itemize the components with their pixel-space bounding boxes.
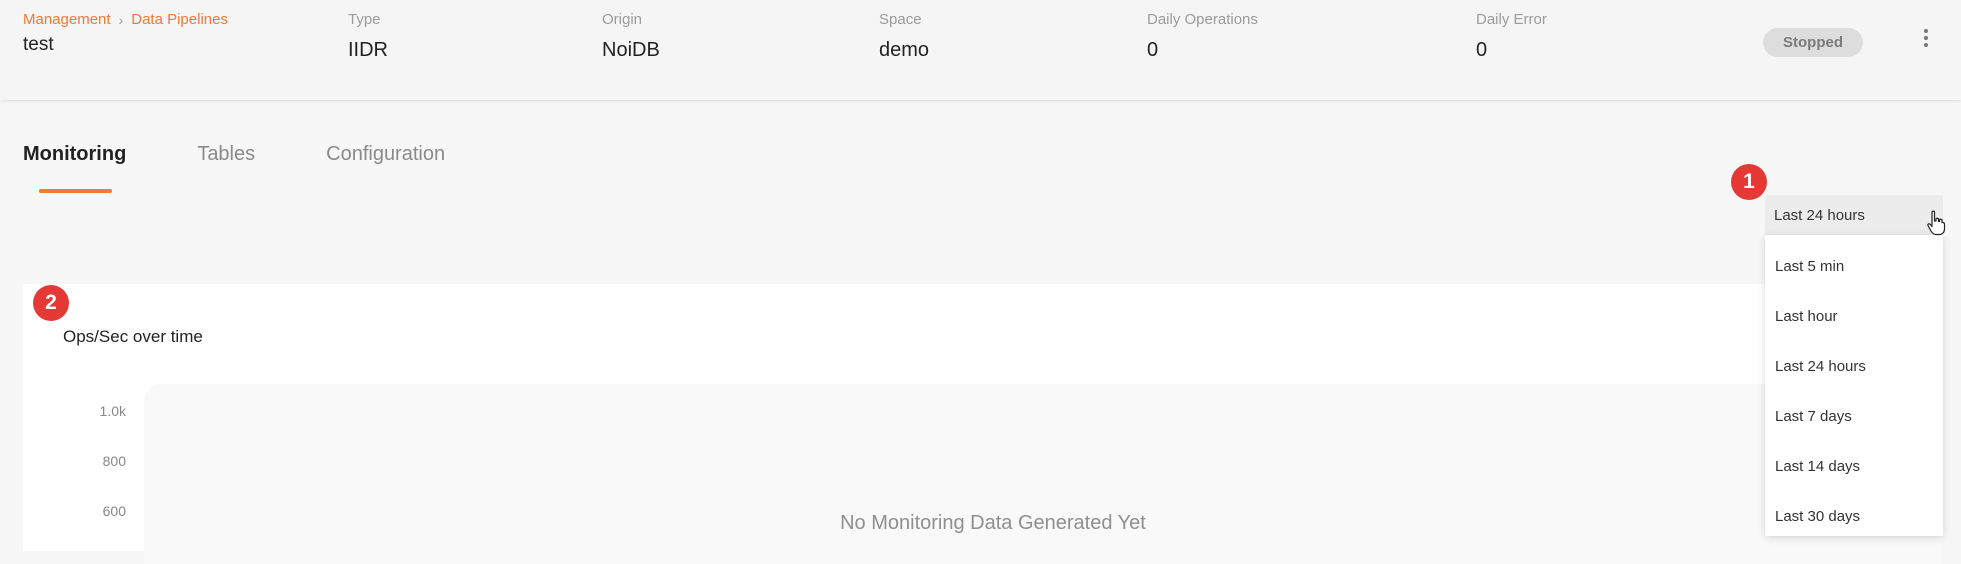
breadcrumb: Management › Data Pipelines — [23, 11, 228, 28]
tab-configuration[interactable]: Configuration — [326, 143, 445, 166]
breadcrumb-management[interactable]: Management — [23, 11, 111, 28]
field-type: Type IIDR — [348, 11, 388, 62]
field-space-label: Space — [879, 11, 922, 28]
field-space: Space demo — [879, 11, 929, 62]
chart-title: Ops/Sec over time — [63, 327, 203, 346]
breadcrumb-data-pipelines[interactable]: Data Pipelines — [131, 11, 228, 28]
kebab-menu-icon[interactable] — [1916, 26, 1936, 50]
field-daily-operations: Daily Operations 0 — [1147, 11, 1258, 62]
field-daily-error-value: 0 — [1476, 39, 1488, 61]
chart-plot-area — [144, 384, 1941, 564]
field-origin: Origin NoiDB — [602, 11, 660, 62]
field-origin-value: NoiDB — [602, 39, 660, 61]
field-type-value: IIDR — [348, 39, 388, 61]
time-range-option[interactable]: Last 14 days — [1765, 441, 1943, 491]
field-daily-operations-value: 0 — [1147, 39, 1159, 61]
time-range-select[interactable]: Last 24 hours — [1765, 195, 1943, 235]
chevron-right-icon: › — [118, 11, 124, 28]
ops-chart-card: Ops/Sec over time 1.0k 800 600 No Monito… — [23, 284, 1941, 564]
tab-bar: Monitoring Tables Configuration — [23, 143, 516, 166]
time-range-option[interactable]: Last 30 days — [1765, 491, 1943, 541]
active-tab-indicator — [39, 189, 112, 193]
time-range-option[interactable]: Last 5 min — [1765, 241, 1943, 291]
field-daily-error: Daily Error 0 — [1476, 11, 1547, 62]
y-tick-label: 1.0k — [99, 403, 126, 419]
annotation-marker: 1 — [1731, 164, 1767, 200]
y-tick-label: 800 — [102, 453, 126, 469]
field-origin-label: Origin — [602, 11, 643, 28]
tab-tables[interactable]: Tables — [197, 143, 255, 166]
empty-state-message: No Monitoring Data Generated Yet — [840, 512, 1146, 534]
field-daily-error-label: Daily Error — [1476, 11, 1547, 28]
field-type-label: Type — [348, 11, 381, 28]
time-range-option[interactable]: Last hour — [1765, 291, 1943, 341]
annotation-marker: 2 — [33, 285, 69, 321]
status-badge: Stopped — [1763, 28, 1863, 57]
time-range-option[interactable]: Last 7 days — [1765, 391, 1943, 441]
field-space-value: demo — [879, 39, 930, 61]
pipeline-header: Management › Data Pipelines test Type II… — [0, 0, 1961, 100]
field-daily-operations-label: Daily Operations — [1147, 11, 1258, 28]
time-range-option[interactable]: Last 24 hours — [1765, 341, 1943, 391]
pipeline-name: test — [23, 34, 54, 55]
time-range-menu: Last 5 min Last hour Last 24 hours Last … — [1765, 235, 1943, 536]
tab-monitoring[interactable]: Monitoring — [23, 143, 126, 166]
hand-pointer-icon — [1927, 210, 1946, 236]
